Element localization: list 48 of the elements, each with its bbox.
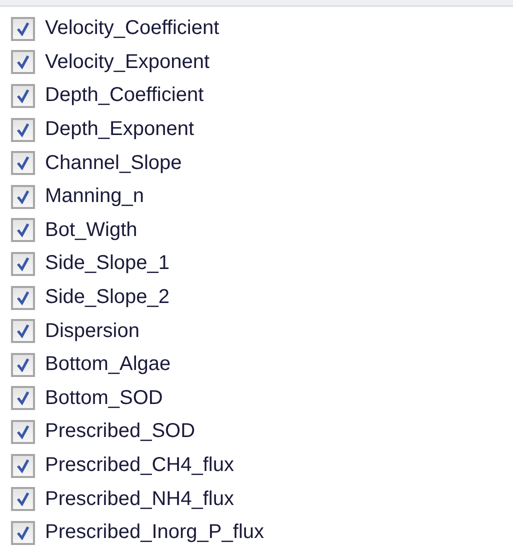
check-icon — [15, 458, 31, 474]
check-icon — [15, 390, 31, 406]
checkbox-label: Prescribed_CH4_flux — [45, 454, 234, 478]
checkbox-label: Prescribed_SOD — [45, 420, 196, 444]
check-icon — [15, 188, 31, 205]
checkbox-label: Bottom_SOD — [45, 386, 163, 410]
checkbox-label: Channel_Slope — [45, 152, 182, 175]
check-icon — [15, 155, 31, 172]
checkbox[interactable] — [11, 151, 35, 176]
checkbox[interactable] — [11, 520, 35, 545]
check-icon — [15, 122, 31, 138]
checkbox[interactable] — [11, 252, 35, 276]
checkbox-label: Manning_n — [45, 185, 144, 208]
checkbox-label: Velocity_Coefficient — [45, 17, 220, 40]
checkbox-label: Prescribed_NH4_flux — [45, 488, 234, 511]
checkbox-label: Bottom_Algae — [45, 353, 171, 376]
check-icon — [15, 424, 31, 440]
checkbox[interactable] — [11, 118, 35, 142]
check-icon — [15, 323, 31, 340]
checkbox[interactable] — [11, 319, 35, 344]
checkbox-label: Dispersion — [45, 320, 140, 343]
checkbox-label: Side_Slope_1 — [45, 252, 170, 276]
checkbox[interactable] — [11, 487, 35, 512]
checkbox[interactable] — [11, 184, 35, 209]
checkbox[interactable] — [11, 352, 35, 377]
check-icon — [15, 222, 31, 238]
checkbox[interactable] — [11, 454, 35, 478]
checkbox[interactable] — [11, 218, 35, 242]
check-icon — [15, 20, 31, 37]
checkbox[interactable] — [11, 84, 35, 108]
checkbox[interactable] — [11, 16, 35, 41]
check-icon — [15, 88, 31, 104]
check-icon — [15, 256, 31, 272]
checkbox-label: Bot_Wigth — [45, 218, 138, 242]
check-icon — [15, 290, 31, 306]
check-icon — [15, 54, 31, 70]
checkbox-label: Prescribed_Inorg_P_flux — [45, 521, 264, 544]
check-icon — [15, 524, 31, 541]
checkbox-label: Side_Slope_2 — [45, 286, 170, 310]
checkbox-label: Depth_Coefficient — [45, 84, 204, 108]
checkbox[interactable] — [11, 50, 35, 74]
check-icon — [15, 356, 31, 373]
check-icon — [15, 491, 31, 508]
checkbox-label: Depth_Exponent — [45, 118, 194, 142]
checkbox[interactable] — [11, 286, 35, 310]
checkbox[interactable] — [11, 420, 35, 444]
checkbox[interactable] — [11, 386, 35, 410]
checkbox-label: Velocity_Exponent — [45, 50, 210, 74]
